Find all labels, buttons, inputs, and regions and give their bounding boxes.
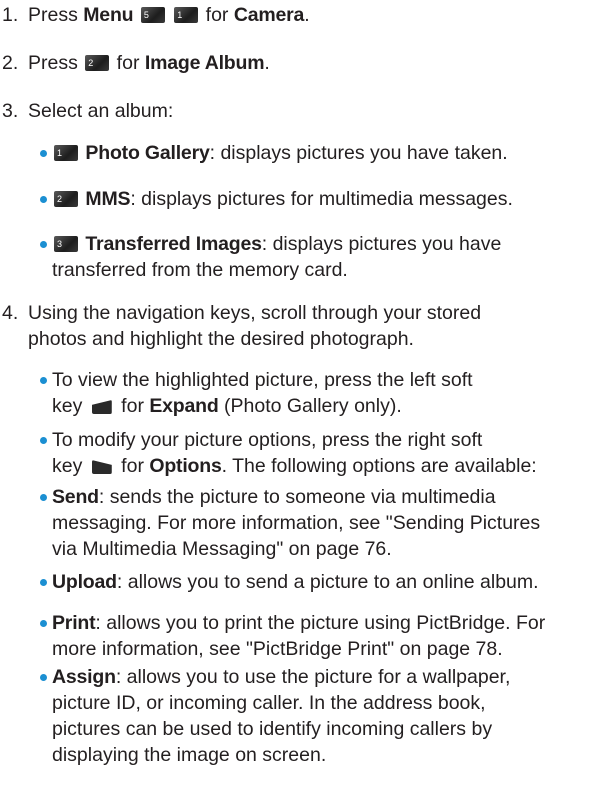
option-desc: : allows you to print the picture using … [95, 612, 546, 634]
bullet-line: To modify your picture options, press th… [52, 429, 483, 451]
bullet-icon [40, 196, 47, 203]
bullet-line: Print: allows you to print the picture u… [52, 610, 600, 636]
step-text-part: . [304, 4, 310, 26]
bullet-line: Send: sends the picture to someone via m… [52, 484, 600, 510]
step-text-part: for [200, 4, 234, 26]
bullet-line: displaying the image on screen. [52, 744, 327, 766]
option-desc: : allows you to send a picture to an onl… [116, 571, 539, 593]
album-name: Transferred Images [85, 233, 262, 255]
key-3-icon: 3 [54, 236, 78, 252]
key-2-icon: 2 [85, 55, 110, 71]
step-text-line: photos and highlight the desired photogr… [28, 328, 414, 350]
key-5-icon: 5 [140, 7, 165, 23]
expand-label: Expand [149, 395, 219, 417]
step-number: 3. [2, 100, 19, 122]
bullet-icon [40, 620, 47, 627]
key-1-icon: 1 [174, 7, 199, 23]
menu-label: Menu [83, 4, 134, 26]
options-label: Options [149, 455, 222, 477]
step-text-line: Using the navigation keys, scroll throug… [28, 302, 482, 324]
step-number: 2. [2, 52, 19, 74]
option-name: Upload [52, 571, 117, 593]
bullet-icon [40, 674, 47, 681]
bullet-line: more information, see "PictBridge Print"… [52, 638, 503, 660]
album-desc-cont: transferred from the memory card. [52, 259, 348, 281]
bullet-line: key for Options. The following options a… [52, 453, 600, 479]
step-number: 1. [2, 4, 19, 26]
key-label: 1 [57, 148, 63, 158]
step-text: Select an album: [28, 100, 174, 122]
bullet-icon [40, 377, 47, 384]
option-name: Print [52, 612, 96, 634]
bullet-icon [40, 241, 47, 248]
album-text: 2 MMS: displays pictures for multimedia … [52, 186, 600, 212]
text-part: for [115, 455, 150, 477]
step-text-part: . [264, 52, 270, 74]
album-desc: : displays pictures for multimedia messa… [130, 188, 513, 210]
step-text: Press 2 for Image Album. [28, 50, 590, 76]
option-name: Assign [52, 666, 116, 688]
bullet-icon [40, 579, 47, 586]
album-desc: : displays pictures you have taken. [209, 142, 508, 164]
bullet-line: pictures can be used to identify incomin… [52, 718, 493, 740]
step-text-part: Press [28, 52, 84, 74]
manual-page: 1. Press Menu 5 1 for Camera. 2. Press 2… [0, 0, 600, 794]
camera-label: Camera [233, 4, 305, 26]
step-text: Press Menu 5 1 for Camera. [28, 2, 590, 28]
left-soft-key-icon [91, 400, 112, 414]
text-part: for [115, 395, 150, 417]
step-text-part: Press [28, 4, 84, 26]
bullet-icon [40, 437, 47, 444]
key-1-icon: 1 [54, 145, 78, 161]
option-desc: : sends the picture to someone via multi… [98, 486, 496, 508]
album-name: MMS [85, 188, 131, 210]
album-text: 1 Photo Gallery: displays pictures you h… [52, 140, 600, 166]
step-number: 4. [2, 302, 19, 324]
key-label: 2 [57, 194, 63, 204]
step-text-part: for [111, 52, 145, 74]
image-album-label: Image Album [144, 52, 265, 74]
text-part: (Photo Gallery only). [218, 395, 402, 417]
bullet-icon [40, 150, 47, 157]
bullet-line: key for Expand (Photo Gallery only). [52, 393, 600, 419]
album-desc: : displays pictures you have [261, 233, 502, 255]
bullet-line: messaging. For more information, see "Se… [52, 512, 541, 534]
key-label: 3 [57, 239, 63, 249]
key-2-icon: 2 [54, 191, 78, 207]
right-soft-key-icon [91, 460, 112, 474]
bullet-line: To view the highlighted picture, press t… [52, 369, 473, 391]
bullet-icon [40, 494, 47, 501]
bullet-line: Upload: allows you to send a picture to … [52, 569, 600, 595]
bullet-line: via Multimedia Messaging" on page 76. [52, 538, 392, 560]
bullet-line: picture ID, or incoming caller. In the a… [52, 692, 486, 714]
text-part: key [52, 395, 88, 417]
option-name: Send [52, 486, 99, 508]
key-label: 5 [143, 10, 149, 20]
album-name: Photo Gallery [85, 142, 210, 164]
text-part: . The following options are available: [221, 455, 537, 477]
bullet-line: Assign: allows you to use the picture fo… [52, 664, 600, 690]
album-text: 3 Transferred Images: displays pictures … [52, 231, 600, 257]
key-label: 2 [88, 58, 94, 68]
key-label: 1 [177, 10, 183, 20]
option-desc: : allows you to use the picture for a wa… [115, 666, 511, 688]
text-part: key [52, 455, 88, 477]
